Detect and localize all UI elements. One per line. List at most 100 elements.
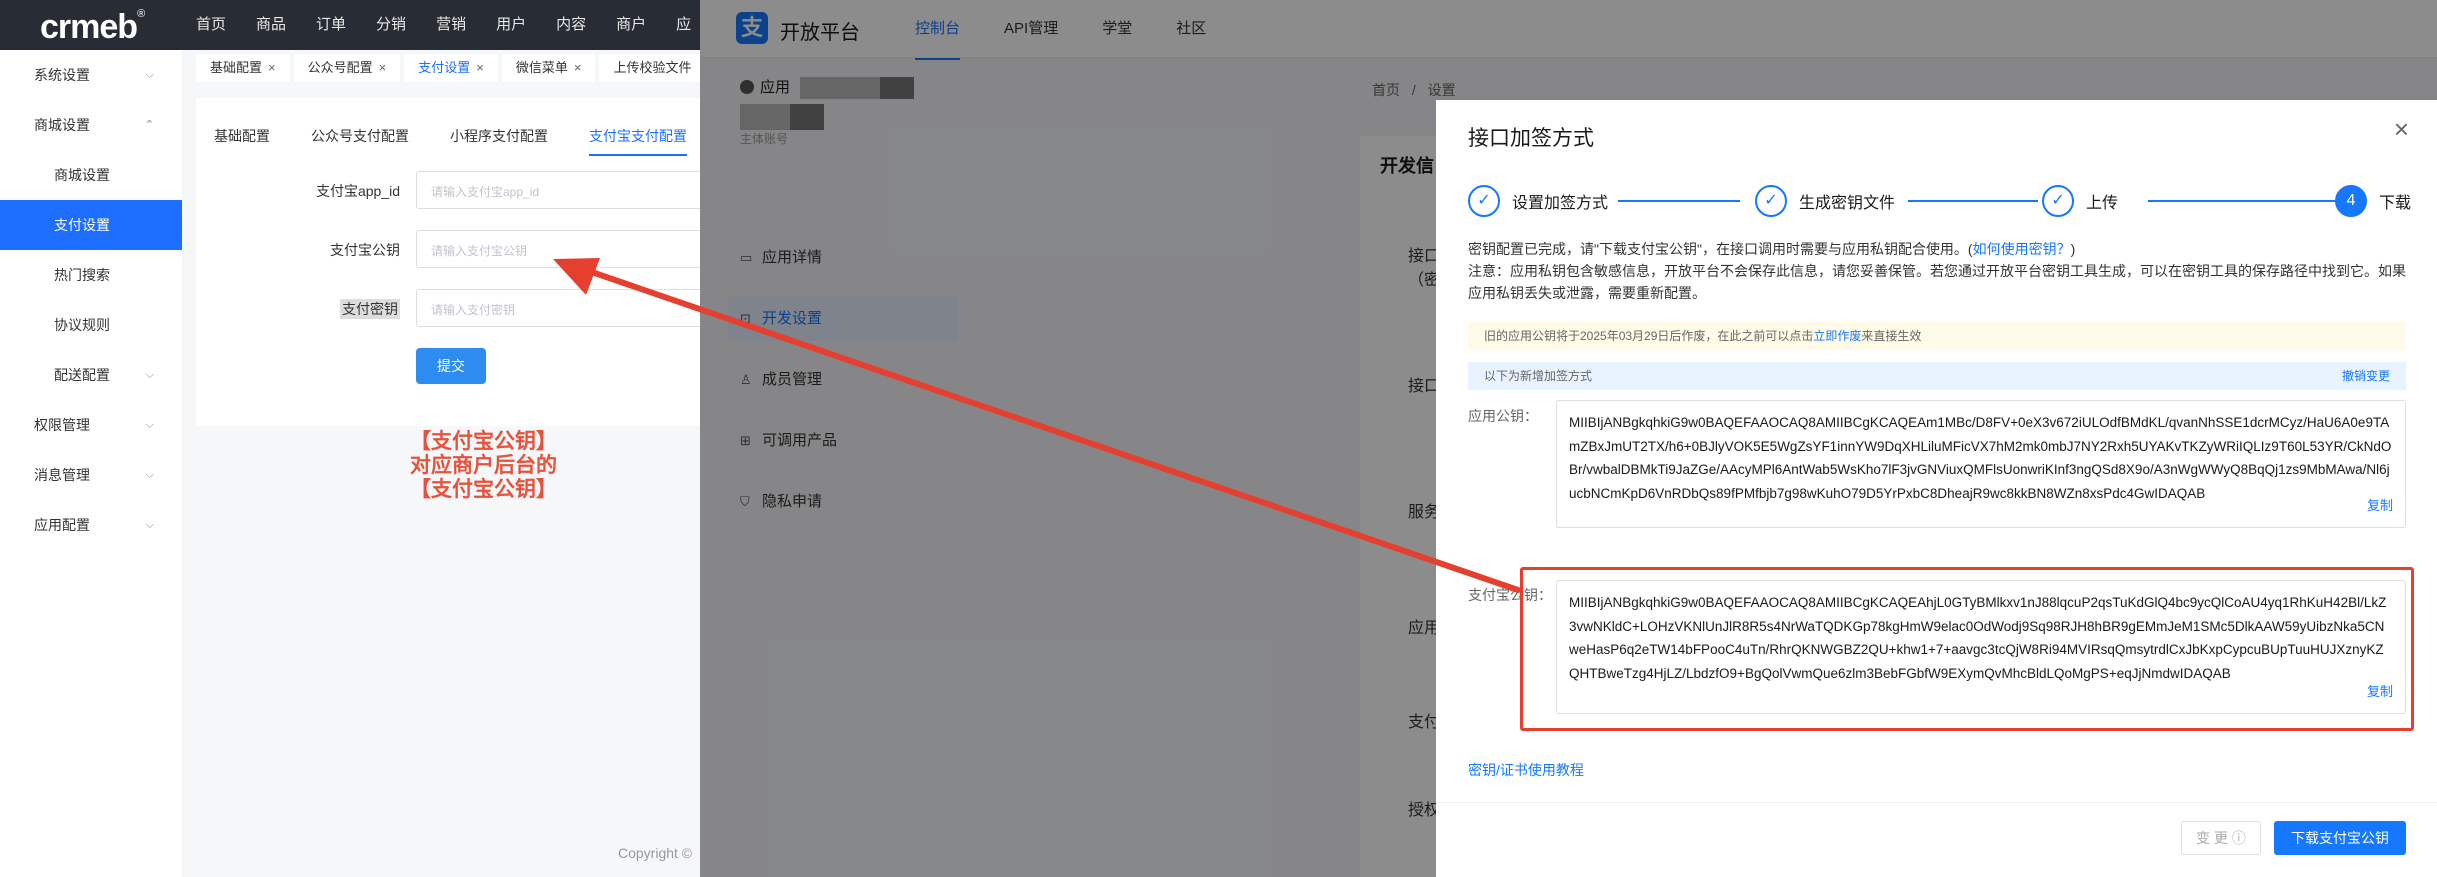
new-method-notice: 以下为新增加签方式 撤销变更 xyxy=(1468,362,2406,390)
app-avatar-icon xyxy=(740,80,754,94)
nav-school[interactable]: 学堂 xyxy=(1102,0,1132,60)
check-icon: ✓ xyxy=(1468,185,1500,217)
steps: ✓ 设置加签方式 ✓ 生成密钥文件 ✓ 上传 4 下载 xyxy=(1468,184,2411,218)
subtab-basic[interactable]: 基础配置 xyxy=(214,126,270,156)
crmeb-sidebar: 系统设置 ⌵ 商城设置 ⌃ 商城设置 支付设置 热门搜索 协议规则 配送配置 ⌵ 权限… xyxy=(0,50,182,877)
form-row-alipay-pubkey: 支付宝公钥 请输入支付宝公钥 xyxy=(196,230,716,268)
submit-button[interactable]: 提交 xyxy=(416,348,486,384)
topnav-item[interactable]: 商户 xyxy=(616,0,646,50)
topnav-item[interactable]: 用户 xyxy=(496,0,526,50)
app-id-label: 支付宝app_id xyxy=(315,183,400,199)
nav-console[interactable]: 控制台 xyxy=(915,0,961,60)
chevron-down-icon: ⌵ xyxy=(145,69,154,81)
redacted-block xyxy=(800,77,881,100)
step-2: ✓ 生成密钥文件 xyxy=(1755,184,1895,218)
payment-subtabs: 基础配置 公众号支付配置 小程序支付配置 支付宝支付配置 xyxy=(214,126,728,156)
sidebar-item-message[interactable]: 消息管理 ⌵ xyxy=(0,450,182,500)
step-3: ✓ 上传 xyxy=(2042,184,2118,218)
topnav-item[interactable]: 订单 xyxy=(316,0,346,50)
subtab-miniprogram-pay[interactable]: 小程序支付配置 xyxy=(450,126,548,156)
subtab-alipay[interactable]: 支付宝支付配置 xyxy=(589,126,687,156)
change-button[interactable]: 变 更 ⓘ xyxy=(2181,821,2261,855)
deprecation-notice: 旧的应用公钥将于2025年03月29日后作废，在此之前可以点击立即作废来直接生效 xyxy=(1468,322,2406,350)
chevron-up-icon: ⌃ xyxy=(144,119,154,131)
redacted-row xyxy=(740,104,824,130)
chevron-down-icon: ⌵ xyxy=(145,419,154,431)
menu-products[interactable]: ⊞ 可调用产品 xyxy=(728,419,958,463)
menu-privacy[interactable]: ⛉ 隐私申请 xyxy=(728,480,958,524)
modal-footer: 变 更 ⓘ 下载支付宝公钥 xyxy=(1436,802,2437,877)
subtab-official-pay[interactable]: 公众号支付配置 xyxy=(311,126,409,156)
menu-app-detail[interactable]: ▭ 应用详情 xyxy=(728,236,958,280)
form-row-pay-secret: 支付密钥 请输入支付密钥 xyxy=(196,289,716,327)
menu-dev-settings[interactable]: ⊡ 开发设置 xyxy=(728,297,958,341)
sidebar-item-permission[interactable]: 权限管理 ⌵ xyxy=(0,400,182,450)
alipay-pubkey-label: 支付宝公钥 xyxy=(330,242,400,258)
close-icon[interactable]: × xyxy=(574,60,582,75)
tab-wechat-menu[interactable]: 微信菜单 × xyxy=(501,54,596,82)
copyright: Copyright © xyxy=(618,845,693,861)
tutorial-link[interactable]: 密钥/证书使用教程 xyxy=(1468,760,1584,780)
panel-title: 开发信 xyxy=(1380,156,1434,176)
topnav-item[interactable]: 内容 xyxy=(556,0,586,50)
alipay-sidebar: 应用 主体账号 ▭ 应用详情 ⊡ 开发设置 ♙ 成员管理 ⊞ 可调用产品 ⛉ 隐私申请 xyxy=(728,58,958,877)
sidebar-item-delivery[interactable]: 配送配置 ⌵ xyxy=(0,350,182,400)
main-account-label: 主体账号 xyxy=(740,132,789,146)
desc-line-1: 密钥配置已完成，请"下载支付宝公钥"，在接口调用时需要与应用私钥配合使用。(如何… xyxy=(1468,241,2076,257)
menu-members[interactable]: ♙ 成员管理 xyxy=(728,358,958,402)
crmeb-tabs: 基础配置 × 公众号配置 × 支付设置 × 微信菜单 × 上传校验文件 xyxy=(196,54,709,84)
alipay-logo-icon: 支 xyxy=(736,12,768,44)
pay-secret-input[interactable]: 请输入支付密钥 xyxy=(416,289,716,327)
step-connector xyxy=(2148,200,2348,202)
close-icon[interactable]: × xyxy=(476,60,484,75)
tab-basic[interactable]: 基础配置 × xyxy=(196,54,290,82)
app-name: 应用 xyxy=(740,76,915,100)
how-to-use-link[interactable]: 如何使用密钥？ xyxy=(1973,241,2071,257)
sidebar-item-hot-search[interactable]: 热门搜索 xyxy=(0,250,182,300)
download-alipay-pubkey-button[interactable]: 下载支付宝公钥 xyxy=(2274,821,2406,855)
sidebar-item-mall[interactable]: 商城设置 ⌃ xyxy=(0,100,182,150)
redacted-block xyxy=(790,104,824,130)
revoke-change-link[interactable]: 撤销变更 xyxy=(2342,362,2390,390)
nav-api[interactable]: API管理 xyxy=(1004,0,1058,60)
payment-settings-card: 基础配置 公众号支付配置 小程序支付配置 支付宝支付配置 支付宝app_id 请… xyxy=(196,98,716,426)
chevron-down-icon: ⌵ xyxy=(145,519,154,531)
sidebar-item-agreement[interactable]: 协议规则 xyxy=(0,300,182,350)
step-4: 4 下载 xyxy=(2335,184,2411,218)
crmeb-topnav: 首页 商品 订单 分销 营销 用户 内容 商户 应 xyxy=(196,0,721,50)
tab-official-account[interactable]: 公众号配置 × xyxy=(293,54,401,82)
close-icon[interactable]: × xyxy=(2394,114,2409,145)
step-connector xyxy=(1618,200,1740,202)
topnav-item[interactable]: 营销 xyxy=(436,0,466,50)
topnav-item[interactable]: 商品 xyxy=(256,0,286,50)
step-number: 4 xyxy=(2335,185,2367,217)
breadcrumb: 首页 / 设置 xyxy=(1372,82,1456,98)
modal-description: 密钥配置已完成，请"下载支付宝公钥"，在接口调用时需要与应用私钥配合使用。(如何… xyxy=(1468,238,2408,304)
app-pubkey-label: 应用公钥： xyxy=(1468,408,1538,424)
topnav-item[interactable]: 分销 xyxy=(376,0,406,50)
user-icon: ♙ xyxy=(740,372,752,387)
sign-method-modal: 接口加签方式 × ✓ 设置加签方式 ✓ 生成密钥文件 ✓ 上传 4 下载 密钥配置已完成… xyxy=(1436,100,2437,877)
topnav-item[interactable]: 应 xyxy=(676,0,691,50)
sidebar-item-mall-settings[interactable]: 商城设置 xyxy=(0,150,182,200)
close-icon[interactable]: × xyxy=(379,60,387,75)
app-pubkey-box: MIIBIjANBgkqhkiG9w0BAQEFAAOCAQ8AMIIBCgKC… xyxy=(1556,400,2406,528)
tab-upload-verify[interactable]: 上传校验文件 xyxy=(599,54,706,82)
copy-app-pubkey-button[interactable]: 复制 xyxy=(2367,494,2393,518)
alipay-pubkey-input[interactable]: 请输入支付宝公钥 xyxy=(416,230,716,268)
sidebar-item-app-config[interactable]: 应用配置 ⌵ xyxy=(0,500,182,550)
app-id-input[interactable]: 请输入支付宝app_id xyxy=(416,171,716,209)
close-icon[interactable]: × xyxy=(268,60,276,75)
sidebar-item-system[interactable]: 系统设置 ⌵ xyxy=(0,50,182,100)
desc-line-2: 注意：应用私钥包含敏感信息，开放平台不会保存此信息，请您妥善保管。若您通过开放平… xyxy=(1468,263,2406,301)
topnav-item[interactable]: 首页 xyxy=(196,0,226,50)
nav-community[interactable]: 社区 xyxy=(1176,0,1206,60)
void-now-link[interactable]: 立即作废 xyxy=(1813,329,1861,343)
tab-payment[interactable]: 支付设置 × xyxy=(404,54,498,82)
crmeb-logo: crmeb® xyxy=(40,8,145,46)
alipay-topbar: 支 开放平台 控制台 API管理 学堂 社区 xyxy=(700,0,2437,60)
sidebar-item-payment[interactable]: 支付设置 xyxy=(0,200,182,250)
settings-icon: ⊡ xyxy=(740,311,751,326)
crmeb-topbar: crmeb® 首页 商品 订单 分销 营销 用户 内容 商户 应 xyxy=(0,0,700,50)
shield-icon: ⛉ xyxy=(740,494,750,509)
